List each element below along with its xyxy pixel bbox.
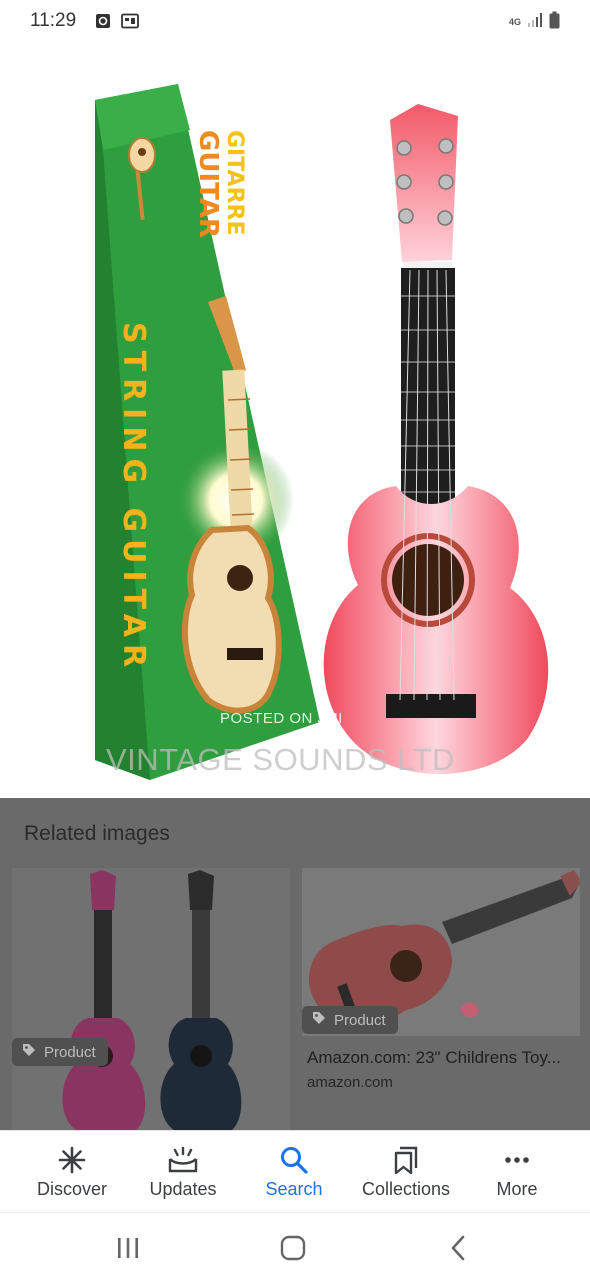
nav-collections-label: Collections [361,1179,451,1199]
system-navigation [0,1212,590,1280]
updates-icon [167,1145,199,1175]
back-icon[interactable] [438,1231,478,1265]
signal-icon [527,12,543,33]
nav-search-label: Search [265,1179,323,1199]
home-icon[interactable] [273,1231,313,1265]
nav-updates-label: Updates [149,1179,217,1199]
image-viewer[interactable]: GUITAR GITARRE STRING GUITAR POSTED ON J… [0,46,590,798]
asterisk-icon [57,1145,87,1175]
product-badge: Product [12,1038,108,1066]
tag-icon [22,1043,36,1061]
related-images-title: Related images [24,822,170,845]
product-badge-label: Product [334,1011,386,1029]
related-source[interactable]: amazon.com [307,1074,393,1091]
more-icon [502,1145,532,1175]
watermark-posted: POSTED ON JIJI [220,710,343,727]
recent-apps-icon[interactable] [108,1231,148,1265]
box-side-text: STRING GUITAR [116,322,151,674]
status-bar: 11:29 4G [0,0,590,46]
notification-icon [95,13,111,34]
network-4g-icon: 4G [508,17,521,27]
related-images-panel: Related images Product Product Amazon.co… [0,798,590,1130]
product-badge: Product [302,1006,398,1034]
related-guitars-image [62,870,242,1130]
product-badge-label: Product [44,1043,96,1061]
status-time: 11:29 [30,10,77,31]
collections-icon [392,1145,420,1175]
bottom-navigation: Discover Updates Search Collections More [0,1130,590,1212]
nav-updates[interactable]: Updates [133,1131,233,1213]
nav-more-label: More [496,1179,538,1199]
search-icon [279,1145,309,1175]
nav-collections[interactable]: Collections [350,1131,462,1213]
tag-icon [312,1011,326,1029]
related-caption[interactable]: Amazon.com: 23" Childrens Toy... [307,1048,577,1068]
nav-discover-label: Discover [36,1179,107,1199]
related-image-card[interactable] [12,868,290,1130]
gallery-icon [121,13,139,34]
nav-discover[interactable]: Discover [22,1131,122,1213]
nav-search[interactable]: Search [244,1131,344,1213]
box-brand2-text: GITARRE [222,130,247,235]
battery-icon [549,11,560,34]
nav-more[interactable]: More [467,1131,567,1213]
box-brand-text: GUITAR [193,130,223,238]
guitar-product-image: GUITAR GITARRE STRING GUITAR [95,84,549,780]
watermark-brand: VINTAGE SOUNDS LTD [106,742,455,777]
